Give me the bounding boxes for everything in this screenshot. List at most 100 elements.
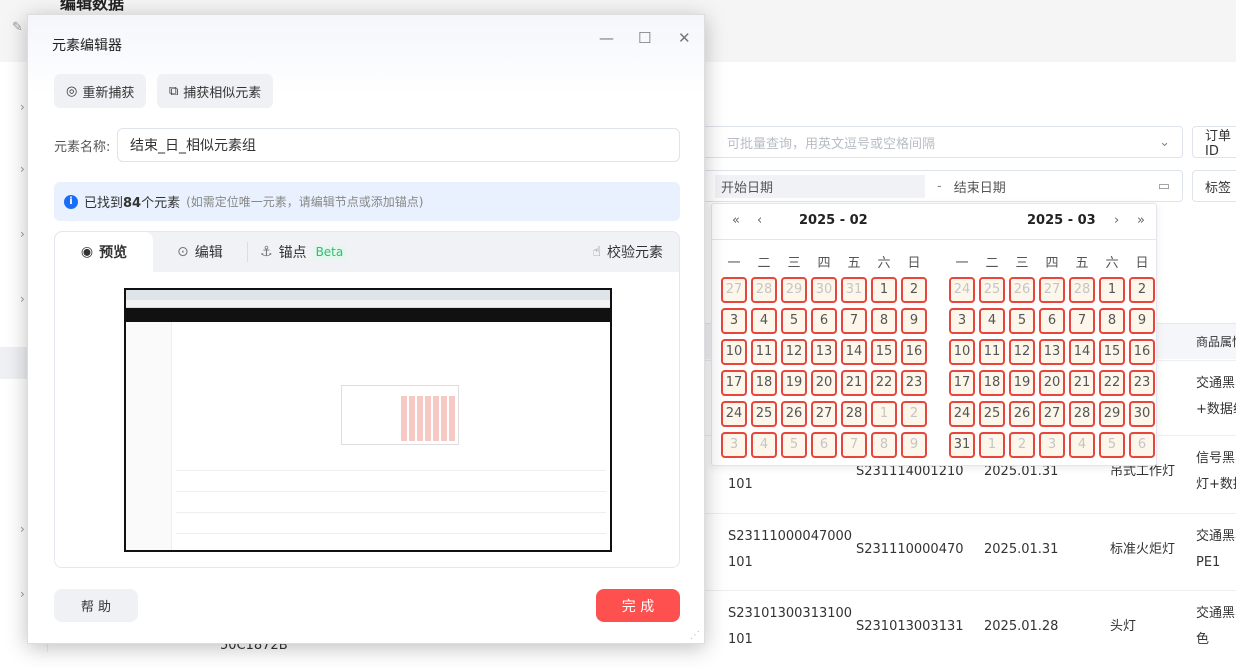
mar-day-cell[interactable]: 20 xyxy=(1039,370,1065,396)
table-row[interactable]: S23101300313100 101 S231013003131 2025.01.2… xyxy=(705,590,1236,668)
feb-day-cell[interactable]: 4 xyxy=(751,308,777,334)
mar-day-cell[interactable]: 5 xyxy=(1099,432,1125,458)
tag-select[interactable]: 标签 xyxy=(1192,170,1236,202)
feb-day-cell[interactable]: 7 xyxy=(841,432,867,458)
feb-day-cell[interactable]: 13 xyxy=(811,339,837,365)
mar-day-cell[interactable]: 21 xyxy=(1069,370,1095,396)
feb-day-cell[interactable]: 18 xyxy=(751,370,777,396)
mar-day-cell[interactable]: 10 xyxy=(949,339,975,365)
feb-day-cell[interactable]: 6 xyxy=(811,308,837,334)
feb-day-cell[interactable]: 4 xyxy=(751,432,777,458)
feb-day-cell[interactable]: 31 xyxy=(841,277,867,303)
mar-day-cell[interactable]: 24 xyxy=(949,401,975,427)
mar-day-cell[interactable]: 27 xyxy=(1039,277,1065,303)
feb-day-cell[interactable]: 5 xyxy=(781,308,807,334)
feb-day-cell[interactable]: 26 xyxy=(781,401,807,427)
feb-day-cell[interactable]: 12 xyxy=(781,339,807,365)
feb-day-cell[interactable]: 28 xyxy=(841,401,867,427)
mar-day-cell[interactable]: 29 xyxy=(1099,401,1125,427)
feb-day-cell[interactable]: 23 xyxy=(901,370,927,396)
mar-day-cell[interactable]: 6 xyxy=(1129,432,1155,458)
close-button[interactable]: ✕ xyxy=(678,29,691,47)
feb-day-cell[interactable]: 11 xyxy=(751,339,777,365)
feb-day-cell[interactable]: 2 xyxy=(901,277,927,303)
mar-day-cell[interactable]: 2 xyxy=(1129,277,1155,303)
feb-day-cell[interactable]: 17 xyxy=(721,370,747,396)
feb-day-cell[interactable]: 14 xyxy=(841,339,867,365)
mar-day-cell[interactable]: 11 xyxy=(979,339,1005,365)
capture-similar-button[interactable]: ⧉ 捕获相似元素 xyxy=(157,74,274,108)
feb-day-cell[interactable]: 22 xyxy=(871,370,897,396)
feb-day-cell[interactable]: 30 xyxy=(811,277,837,303)
feb-day-cell[interactable]: 5 xyxy=(781,432,807,458)
mar-day-cell[interactable]: 13 xyxy=(1039,339,1065,365)
chevron-icon[interactable]: › xyxy=(20,227,25,241)
feb-day-cell[interactable]: 15 xyxy=(871,339,897,365)
mar-day-cell[interactable]: 9 xyxy=(1129,308,1155,334)
mar-day-cell[interactable]: 8 xyxy=(1099,308,1125,334)
mar-day-cell[interactable]: 24 xyxy=(949,277,975,303)
tab-anchor[interactable]: ⚓ 锚点 Beta xyxy=(247,242,347,262)
done-button[interactable]: 完 成 xyxy=(596,589,680,622)
mar-day-cell[interactable]: 1 xyxy=(979,432,1005,458)
feb-day-cell[interactable]: 6 xyxy=(811,432,837,458)
feb-day-cell[interactable]: 25 xyxy=(751,401,777,427)
mar-day-cell[interactable]: 26 xyxy=(1009,401,1035,427)
feb-day-cell[interactable]: 1 xyxy=(871,401,897,427)
tab-preview[interactable]: ◉ 预览 xyxy=(55,232,153,272)
order-id-select[interactable]: 订单 ID xyxy=(1192,126,1236,159)
mar-day-cell[interactable]: 3 xyxy=(1039,432,1065,458)
mar-day-cell[interactable]: 27 xyxy=(1039,401,1065,427)
mar-day-cell[interactable]: 4 xyxy=(1069,432,1095,458)
mar-day-cell[interactable]: 31 xyxy=(949,432,975,458)
feb-day-cell[interactable]: 3 xyxy=(721,308,747,334)
mar-day-cell[interactable]: 14 xyxy=(1069,339,1095,365)
mar-day-cell[interactable]: 16 xyxy=(1129,339,1155,365)
mar-day-cell[interactable]: 3 xyxy=(949,308,975,334)
feb-day-cell[interactable]: 7 xyxy=(841,308,867,334)
verify-element-button[interactable]: ☝ 校验元素 xyxy=(592,232,663,272)
table-row[interactable]: S23111000047000 101 S231110000470 2025.01.3… xyxy=(705,513,1236,591)
mar-day-cell[interactable]: 7 xyxy=(1069,308,1095,334)
feb-day-cell[interactable]: 16 xyxy=(901,339,927,365)
feb-day-cell[interactable]: 10 xyxy=(721,339,747,365)
chevron-icon[interactable]: › xyxy=(20,100,25,114)
feb-day-cell[interactable]: 8 xyxy=(871,432,897,458)
mar-day-cell[interactable]: 18 xyxy=(979,370,1005,396)
chevron-icon[interactable]: › xyxy=(20,292,25,306)
mar-day-cell[interactable]: 6 xyxy=(1039,308,1065,334)
mar-day-cell[interactable]: 28 xyxy=(1069,401,1095,427)
mar-day-cell[interactable]: 30 xyxy=(1129,401,1155,427)
mar-day-cell[interactable]: 25 xyxy=(979,277,1005,303)
chevron-icon[interactable]: › xyxy=(20,162,25,176)
feb-day-cell[interactable]: 19 xyxy=(781,370,807,396)
feb-day-cell[interactable]: 27 xyxy=(811,401,837,427)
feb-day-cell[interactable]: 9 xyxy=(901,432,927,458)
mar-day-cell[interactable]: 12 xyxy=(1009,339,1035,365)
feb-day-cell[interactable]: 2 xyxy=(901,401,927,427)
feb-day-cell[interactable]: 29 xyxy=(781,277,807,303)
feb-day-cell[interactable]: 9 xyxy=(901,308,927,334)
help-button[interactable]: 帮 助 xyxy=(54,589,138,622)
date-range-input[interactable]: 开始日期 - 结束日期 ▭ xyxy=(690,170,1183,202)
feb-day-cell[interactable]: 28 xyxy=(751,277,777,303)
next-year-button[interactable]: » xyxy=(1137,213,1145,228)
mar-day-cell[interactable]: 26 xyxy=(1009,277,1035,303)
chevron-icon[interactable]: › xyxy=(20,522,25,536)
tab-edit[interactable]: ⊙ 编辑 xyxy=(177,232,223,272)
mar-day-cell[interactable]: 17 xyxy=(949,370,975,396)
feb-day-cell[interactable]: 20 xyxy=(811,370,837,396)
prev-month-button[interactable]: ‹ xyxy=(757,213,762,228)
mar-day-cell[interactable]: 25 xyxy=(979,401,1005,427)
next-month-button[interactable]: › xyxy=(1114,213,1119,228)
edit-icon[interactable]: ✎ xyxy=(12,20,23,35)
mar-day-cell[interactable]: 28 xyxy=(1069,277,1095,303)
element-name-input[interactable]: 结束_日_相似元素组 xyxy=(117,128,680,162)
feb-day-cell[interactable]: 21 xyxy=(841,370,867,396)
mar-day-cell[interactable]: 2 xyxy=(1009,432,1035,458)
recapture-button[interactable]: ◎ 重新捕获 xyxy=(54,74,147,108)
minimize-button[interactable]: — xyxy=(599,29,614,47)
mar-day-cell[interactable]: 15 xyxy=(1099,339,1125,365)
prev-year-button[interactable]: « xyxy=(732,213,740,228)
mar-day-cell[interactable]: 22 xyxy=(1099,370,1125,396)
